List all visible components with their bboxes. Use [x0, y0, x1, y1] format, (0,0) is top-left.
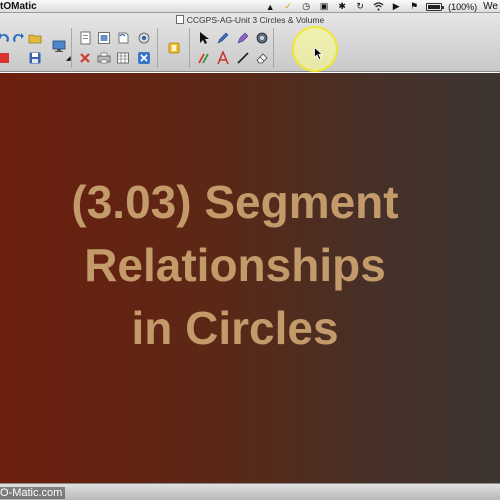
- check-icon[interactable]: ✓: [282, 1, 294, 12]
- flag-icon[interactable]: ⚑: [408, 1, 420, 12]
- app-name[interactable]: tOMatic: [0, 0, 37, 13]
- toolbar-group-page: [72, 28, 158, 68]
- mouse-cursor-icon: [314, 47, 323, 60]
- slide-title-line-2: Relationships: [84, 239, 386, 291]
- battery-percent: (100%): [448, 1, 478, 12]
- fill-icon[interactable]: [254, 30, 270, 46]
- table-icon[interactable]: [115, 50, 131, 66]
- time-machine-icon[interactable]: ↻: [354, 1, 366, 12]
- toolbar-group-file: [0, 28, 46, 68]
- gallery-icon[interactable]: [166, 40, 182, 56]
- highlighter-icon[interactable]: [235, 30, 251, 46]
- save-icon[interactable]: [27, 50, 43, 66]
- watermark: O-Matic.com: [0, 487, 66, 499]
- redo-icon[interactable]: [10, 30, 26, 46]
- window-title: CCGPS-AG-Unit 3 Circles & Volume: [0, 14, 500, 26]
- line-icon[interactable]: [235, 50, 251, 66]
- slide-title: (3.03) Segment Relationships in Circles: [0, 171, 470, 360]
- wifi-icon[interactable]: [372, 2, 384, 12]
- eraser-icon[interactable]: [254, 50, 270, 66]
- window-title-text: CCGPS-AG-Unit 3 Circles & Volume: [186, 15, 325, 25]
- status-tray: ▲ ✓ ◷ ▣ ✱ ↻ ▶ ⚑ (100%) We: [264, 0, 498, 13]
- close-icon[interactable]: [136, 50, 152, 66]
- toolbar-group-gallery: [158, 28, 190, 68]
- new-icon[interactable]: [0, 50, 12, 66]
- bottom-bar: O-Matic.com: [0, 483, 500, 500]
- new-page-icon[interactable]: [77, 30, 93, 46]
- slide-title-line-3: in Circles: [131, 302, 339, 354]
- delete-page-icon[interactable]: [77, 50, 93, 66]
- toolbar-group-screen: ◢: [46, 28, 72, 68]
- slide-title-line-1: (3.03) Segment: [71, 176, 399, 228]
- volume-icon[interactable]: ▶: [390, 1, 402, 12]
- document-icon: [175, 15, 184, 24]
- slide-canvas[interactable]: (3.03) Segment Relationships in Circles: [0, 73, 500, 483]
- clone-page-icon[interactable]: [96, 30, 112, 46]
- bluetooth-icon[interactable]: ✱: [336, 1, 348, 12]
- clock-icon[interactable]: ◷: [300, 1, 312, 12]
- battery-icon[interactable]: [426, 2, 445, 11]
- toolbar-group-draw: [190, 28, 274, 68]
- menu-bar: tOMatic ▲ ✓ ◷ ▣ ✱ ↻ ▶ ⚑ (100%) We: [0, 0, 500, 13]
- capture-icon[interactable]: [136, 30, 152, 46]
- open-folder-icon[interactable]: [27, 30, 43, 46]
- print-icon[interactable]: [96, 50, 112, 66]
- dropbox-icon[interactable]: ▲: [264, 2, 276, 12]
- menubar-clock[interactable]: We: [483, 1, 498, 12]
- select-arrow-icon[interactable]: [196, 30, 212, 46]
- rotate-page-icon[interactable]: [115, 30, 131, 46]
- screen-icon[interactable]: [51, 38, 67, 54]
- magic-pen-icon[interactable]: [196, 50, 212, 66]
- screen-dropdown-icon[interactable]: ◢: [66, 55, 71, 62]
- display-icon[interactable]: ▣: [318, 1, 330, 12]
- window-toolbar-area: CCGPS-AG-Unit 3 Circles & Volume ◢: [0, 13, 500, 72]
- pen-icon[interactable]: [215, 30, 231, 46]
- text-icon[interactable]: [215, 50, 231, 66]
